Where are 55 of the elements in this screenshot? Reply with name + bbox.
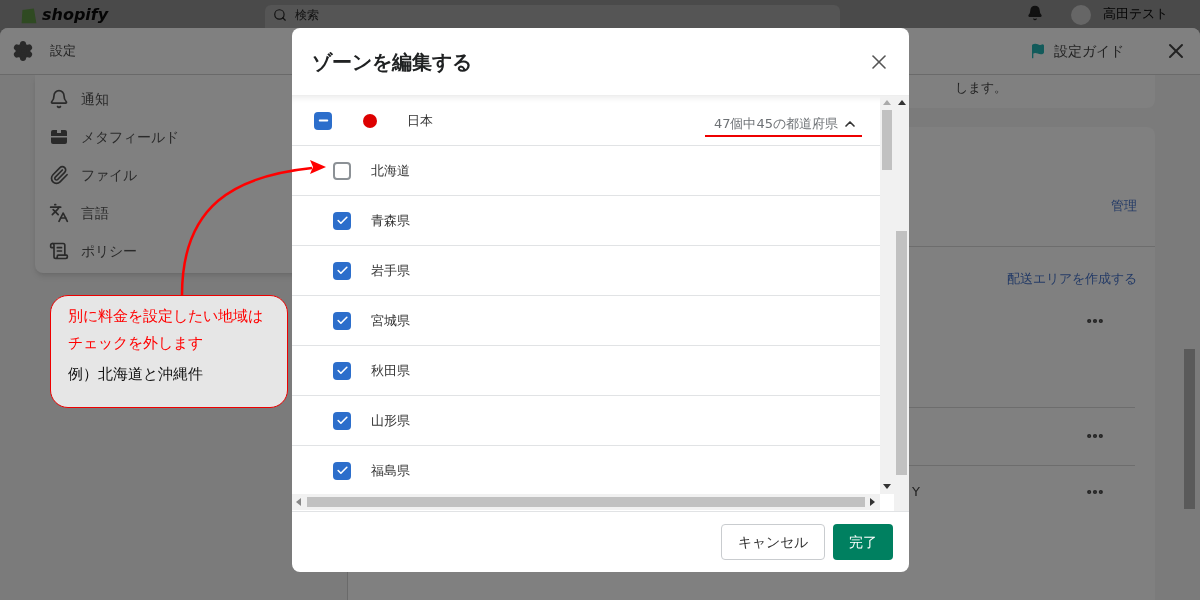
settings-icon <box>12 40 34 62</box>
page-scrollbar[interactable] <box>1184 349 1195 509</box>
check-icon <box>335 314 349 327</box>
checkbox[interactable] <box>333 411 351 430</box>
logo-text: shopify <box>42 5 109 25</box>
scrollbar-thumb[interactable] <box>896 231 907 475</box>
country-name: 日本 <box>407 111 433 130</box>
check-icon <box>335 214 349 227</box>
checkbox[interactable] <box>333 211 351 230</box>
check-icon <box>335 464 349 477</box>
vertical-scrollbar[interactable] <box>880 96 894 494</box>
manage-link[interactable]: 管理 <box>1111 195 1137 216</box>
scroll-down-icon[interactable] <box>883 483 891 491</box>
checkbox[interactable] <box>333 161 351 180</box>
checkbox[interactable] <box>333 261 351 280</box>
nav-icon <box>49 165 69 185</box>
scroll-left-icon[interactable] <box>295 498 303 506</box>
flag-icon <box>1030 43 1046 59</box>
region-count-toggle[interactable]: 47個中45の都道府県 <box>713 113 838 134</box>
dialog-title: ゾーンを編集する <box>312 48 472 76</box>
scroll-right-icon[interactable] <box>869 498 877 506</box>
check-icon <box>335 264 349 277</box>
checkbox[interactable] <box>333 311 351 330</box>
checkbox[interactable] <box>333 361 351 380</box>
nav-icon <box>49 127 69 147</box>
region-row[interactable]: 宮城県 <box>292 296 880 346</box>
region-row[interactable]: 岩手県 <box>292 246 880 296</box>
horizontal-scrollbar[interactable] <box>292 494 880 510</box>
check-icon <box>335 414 349 427</box>
scrollbar-thumb[interactable] <box>882 110 892 170</box>
nav-item[interactable]: メタフィールド <box>49 125 309 149</box>
nav-item[interactable]: 通知 <box>49 87 309 111</box>
region-row[interactable]: 秋田県 <box>292 346 880 396</box>
notice-text: します。 <box>955 80 1007 95</box>
create-zone-link[interactable]: 配送エリアを作成する <box>1007 269 1137 289</box>
cancel-button[interactable]: キャンセル <box>721 524 825 560</box>
checkbox[interactable] <box>314 111 332 130</box>
region-row[interactable]: 山形県 <box>292 396 880 446</box>
nav-icon <box>49 203 69 223</box>
check-icon <box>335 364 349 377</box>
zone-row-text: Y <box>912 482 920 501</box>
nav-icon <box>49 89 69 109</box>
outer-scrollbar[interactable] <box>894 96 909 511</box>
bell-icon[interactable] <box>1027 5 1043 21</box>
checkbox[interactable] <box>333 461 351 480</box>
setup-guide-link[interactable]: 設定ガイド <box>1054 40 1124 62</box>
region-row[interactable]: 青森県 <box>292 196 880 246</box>
scrollbar-thumb[interactable] <box>307 497 865 507</box>
callout-example: 例）北海道と沖縄件 <box>68 364 204 385</box>
search-icon <box>273 8 287 22</box>
done-button[interactable]: 完了 <box>833 524 893 560</box>
callout-note: 別に料金を設定したい地域はチェックを外します <box>68 306 264 354</box>
nav-icon <box>49 241 69 261</box>
settings-title: 設定 <box>50 42 76 61</box>
search-placeholder: 検索 <box>295 8 319 22</box>
